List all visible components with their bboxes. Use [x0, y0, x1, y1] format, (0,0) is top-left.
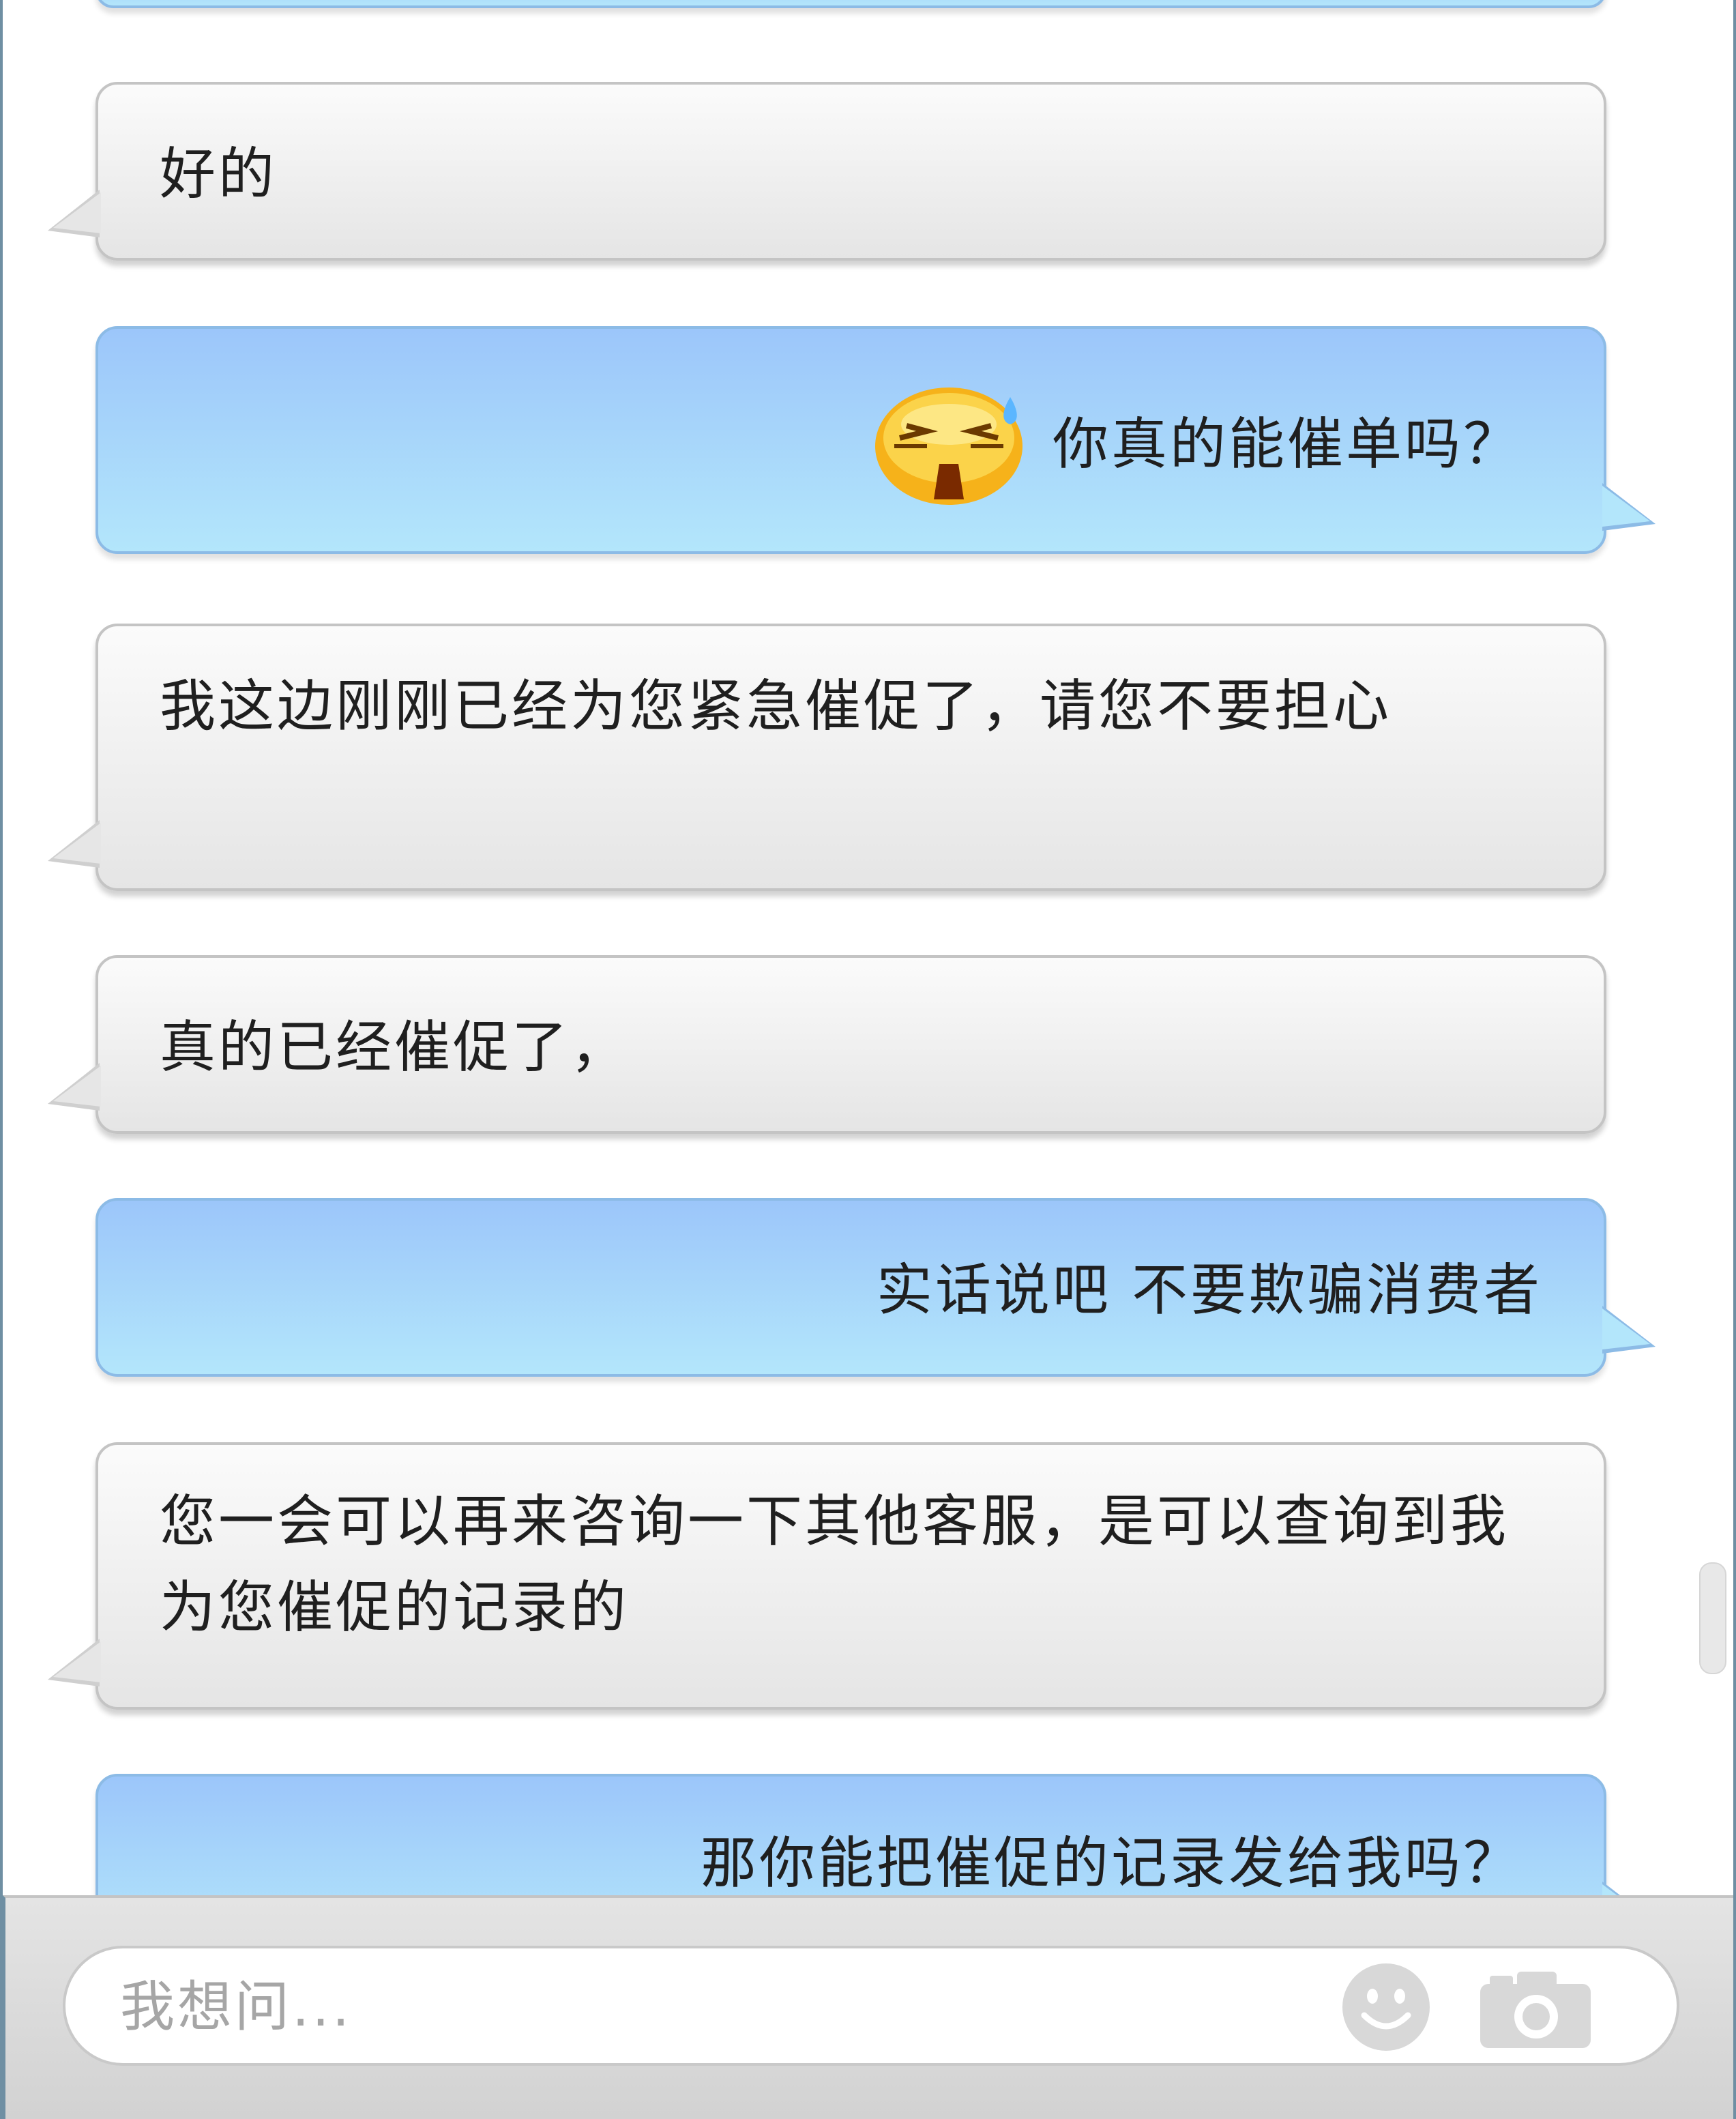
camera-icon[interactable] [1477, 1968, 1593, 2049]
message-text: 那你能把催促的记录发给我吗？ [700, 1830, 1522, 1895]
message-text: 真的已经催促了， [160, 1014, 630, 1080]
scrollbar-thumb[interactable] [1699, 1562, 1726, 1674]
message-input[interactable] [120, 1962, 1348, 2051]
input-bar [3, 1895, 1733, 2119]
message-text: 您一会可以再来咨询一下其他客服，是可以查询到我为您催促的记录的 [160, 1489, 1510, 1640]
message-bubble-agent: 好的 [48, 82, 1606, 261]
message-input-container [63, 1946, 1679, 2066]
message-bubble-agent: 真的已经催促了， [48, 955, 1606, 1134]
message-text: 实话说吧 不要欺骗消费者 [876, 1257, 1542, 1323]
message-text: 你真的能催单吗？ [1052, 412, 1522, 477]
message-bubble-agent: 我这边刚刚已经为您紧急催促了，请您不要担心 [48, 624, 1606, 891]
sweating-upset-emoji-icon [874, 388, 1023, 505]
message-bubble-user: 你真的能催单吗？ [95, 326, 1656, 554]
message-text: 好的 [160, 141, 278, 207]
message-bubble-user: 那你能把催促的记录发给我吗？ [95, 1774, 1656, 1895]
message-list[interactable]: 好的 你真的能催单吗？ 我这边刚刚已经为您紧急催促了，请您不要担心 真的已经催促… [5, 0, 1733, 1895]
smiley-icon[interactable] [1340, 1961, 1432, 2054]
chat-window: 好的 你真的能催单吗？ 我这边刚刚已经为您紧急催促了，请您不要担心 真的已经催促… [0, 0, 1736, 2119]
message-bubble-user: 实话说吧 不要欺骗消费者 [95, 1198, 1656, 1377]
message-text: 我这边刚刚已经为您紧急催促了，请您不要担心 [160, 673, 1392, 739]
message-bubble-agent: 您一会可以再来咨询一下其他客服，是可以查询到我为您催促的记录的 [48, 1442, 1606, 1710]
message-bubble-user-partial [95, 0, 1606, 8]
